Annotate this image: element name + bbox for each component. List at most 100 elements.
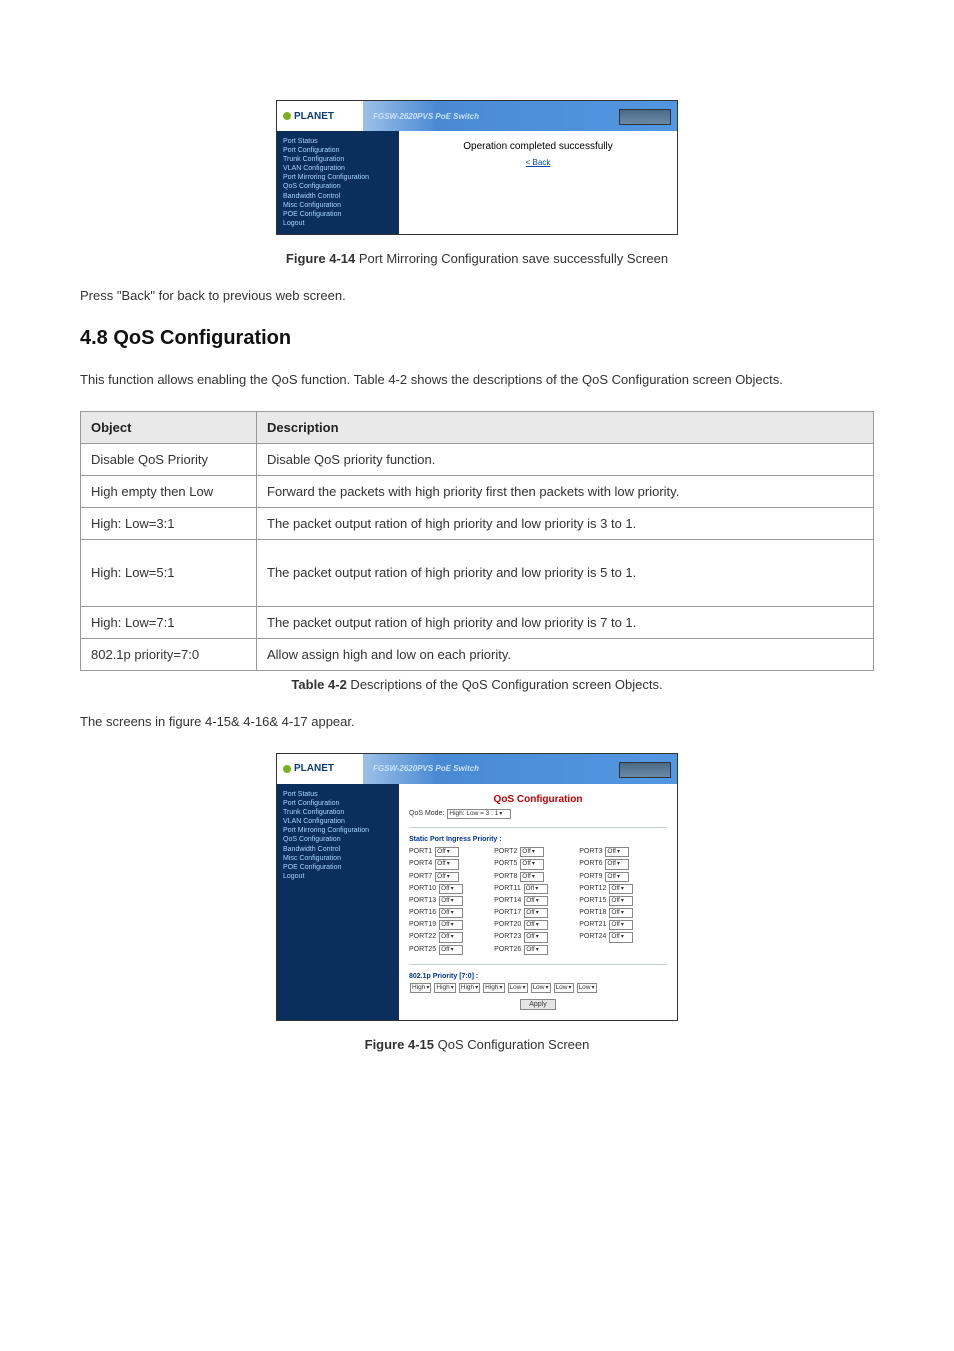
brand-text: PLANET: [294, 111, 334, 122]
port-priority-select[interactable]: Off: [524, 945, 548, 955]
dot1p-priority-select[interactable]: High: [410, 983, 431, 993]
port-label: PORT15: [579, 897, 608, 904]
port-label: PORT26: [494, 946, 523, 953]
port-priority-select[interactable]: Off: [609, 920, 633, 930]
port-entry: PORT5 Off: [494, 859, 579, 869]
dot1p-priority-select[interactable]: Low: [508, 983, 528, 993]
sidebar-item[interactable]: VLAN Configuration: [283, 164, 393, 173]
port-priority-select[interactable]: Off: [609, 932, 633, 942]
device-image-icon: [619, 762, 671, 778]
table-4-2-caption: Table 4-2 Descriptions of the QoS Config…: [80, 677, 874, 692]
dot1p-priority-select[interactable]: High: [483, 983, 504, 993]
sidebar-item[interactable]: Trunk Configuration: [283, 808, 393, 817]
port-priority-select[interactable]: Off: [524, 896, 548, 906]
divider: [409, 827, 667, 828]
port-entry: PORT23 Off: [494, 932, 579, 942]
sidebar-item[interactable]: Port Status: [283, 137, 393, 146]
port-entry: PORT15 Off: [579, 896, 664, 906]
port-label: PORT1: [409, 848, 434, 855]
port-entry: PORT19 Off: [409, 920, 494, 930]
dot1p-priority-select[interactable]: High: [459, 983, 480, 993]
port-priority-select[interactable]: Off: [439, 896, 463, 906]
port-priority-select[interactable]: Off: [524, 920, 548, 930]
sidebar-item[interactable]: Bandwidth Control: [283, 192, 393, 201]
dot1p-priority-select[interactable]: High: [434, 983, 455, 993]
port-priority-select[interactable]: Off: [605, 872, 629, 882]
port-priority-select[interactable]: Off: [609, 896, 633, 906]
port-priority-select[interactable]: Off: [435, 872, 459, 882]
port-priority-select[interactable]: Off: [435, 847, 459, 857]
port-label: PORT20: [494, 921, 523, 928]
port-entry: PORT3 Off: [579, 847, 664, 857]
device-image-icon: [619, 109, 671, 125]
table-cell-description: Allow assign high and low on each priori…: [257, 638, 874, 670]
port-label: PORT25: [409, 946, 438, 953]
table-cell-description: The packet output ration of high priorit…: [257, 507, 874, 539]
sidebar-item[interactable]: Port Status: [283, 790, 393, 799]
sidebar-item[interactable]: Port Mirroring Configuration: [283, 173, 393, 182]
table-cell-description: Forward the packets with high priority f…: [257, 475, 874, 507]
port-priority-select[interactable]: Off: [520, 872, 544, 882]
sidebar-item[interactable]: Port Configuration: [283, 799, 393, 808]
sidebar-item[interactable]: Port Configuration: [283, 146, 393, 155]
port-priority-select[interactable]: Off: [439, 884, 463, 894]
table-cell-object: High: Low=3:1: [81, 507, 257, 539]
port-label: PORT2: [494, 848, 519, 855]
port-priority-select[interactable]: Off: [524, 908, 548, 918]
port-priority-select[interactable]: Off: [524, 932, 548, 942]
port-label: PORT18: [579, 909, 608, 916]
dot1p-priority-select[interactable]: Low: [577, 983, 597, 993]
sidebar-item[interactable]: Misc Configuration: [283, 854, 393, 863]
sidebar-item[interactable]: Port Mirroring Configuration: [283, 826, 393, 835]
port-priority-select[interactable]: Off: [520, 847, 544, 857]
port-entry: PORT17 Off: [494, 908, 579, 918]
port-priority-select[interactable]: Off: [439, 932, 463, 942]
sidebar-item[interactable]: Misc Configuration: [283, 201, 393, 210]
dot1p-priority-select[interactable]: Low: [531, 983, 551, 993]
sidebar-item[interactable]: Trunk Configuration: [283, 155, 393, 164]
figure-text: Port Mirroring Configuration save succes…: [355, 251, 668, 266]
sidebar-item[interactable]: Logout: [283, 219, 393, 228]
sidebar-item[interactable]: QoS Configuration: [283, 182, 393, 191]
qos-mode-select[interactable]: High: Low = 3 : 1: [447, 809, 511, 819]
apply-button[interactable]: Apply: [520, 999, 556, 1010]
sidebar-nav: Port StatusPort ConfigurationTrunk Confi…: [277, 784, 399, 1020]
screenshot-header: PLANET FGSW-2620PVS PoE Switch: [277, 101, 677, 131]
planet-logo: PLANET: [277, 101, 363, 131]
port-priority-select[interactable]: Off: [439, 920, 463, 930]
table-cell-description: The packet output ration of high priorit…: [257, 606, 874, 638]
sidebar-item[interactable]: Logout: [283, 872, 393, 881]
port-priority-select[interactable]: Off: [524, 884, 548, 894]
port-entry: PORT4 Off: [409, 859, 494, 869]
port-priority-select[interactable]: Off: [435, 859, 459, 869]
port-label: PORT8: [494, 873, 519, 880]
port-label: PORT7: [409, 873, 434, 880]
sidebar-item[interactable]: QoS Configuration: [283, 835, 393, 844]
port-priority-select[interactable]: Off: [439, 945, 463, 955]
sidebar-item[interactable]: POE Configuration: [283, 210, 393, 219]
port-label: PORT11: [494, 885, 523, 892]
qos-config-title: QoS Configuration: [409, 794, 667, 805]
table-header-object: Object: [81, 411, 257, 443]
port-entry: PORT18 Off: [579, 908, 664, 918]
port-priority-select[interactable]: Off: [605, 859, 629, 869]
table-header-description: Description: [257, 411, 874, 443]
port-priority-select[interactable]: Off: [609, 884, 633, 894]
sidebar-item[interactable]: VLAN Configuration: [283, 817, 393, 826]
sidebar-item[interactable]: Bandwidth Control: [283, 845, 393, 854]
sidebar-item[interactable]: POE Configuration: [283, 863, 393, 872]
port-entry: PORT24 Off: [579, 932, 664, 942]
port-entry: PORT21 Off: [579, 920, 664, 930]
dot1p-priority-select[interactable]: Low: [554, 983, 574, 993]
main-pane: Operation completed successfully < Back: [399, 131, 677, 234]
port-priority-select[interactable]: Off: [609, 908, 633, 918]
port-entry: PORT13 Off: [409, 896, 494, 906]
port-priority-select[interactable]: Off: [439, 908, 463, 918]
success-message: Operation completed successfully: [409, 141, 667, 152]
table-cell-object: Disable QoS Priority: [81, 443, 257, 475]
back-link[interactable]: < Back: [526, 158, 551, 167]
port-entry: PORT12 Off: [579, 884, 664, 894]
port-priority-select[interactable]: Off: [605, 847, 629, 857]
port-priority-select[interactable]: Off: [520, 859, 544, 869]
port-label: PORT19: [409, 921, 438, 928]
